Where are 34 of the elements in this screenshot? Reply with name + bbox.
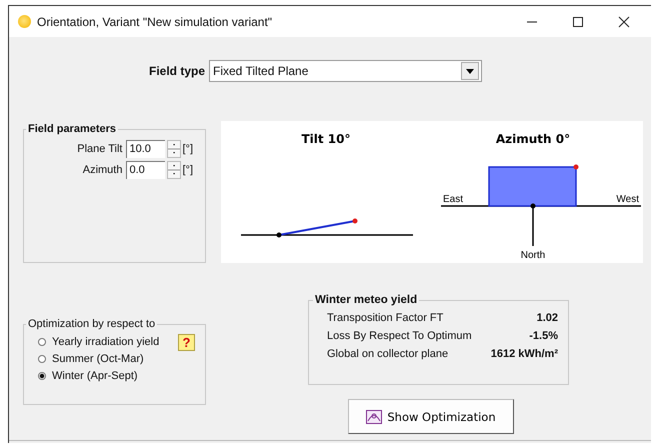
spin-button[interactable] xyxy=(167,161,182,179)
app-icon xyxy=(18,15,31,28)
radio-option[interactable]: Winter (Apr-Sept) xyxy=(38,370,138,382)
group-title: Field parameters xyxy=(27,123,118,135)
result-value: -1.5% xyxy=(529,330,558,342)
tilt-title: Tilt 10° xyxy=(301,132,351,146)
unit-label: [°] xyxy=(182,143,193,155)
window-title: Orientation, Variant "New simulation variant" xyxy=(37,14,274,28)
unit-label: [°] xyxy=(182,164,193,176)
number-field[interactable]: 10.0 xyxy=(126,140,166,158)
result-value: 1612 kWh/m² xyxy=(490,348,558,360)
group-title: Winter meteo yield xyxy=(314,294,418,306)
result-label: Transposition Factor FT xyxy=(327,312,444,324)
spin-button[interactable] xyxy=(167,140,182,158)
maximize-icon xyxy=(572,16,584,28)
radio-option[interactable]: Summer (Oct-Mar) xyxy=(38,353,144,365)
east-label: East xyxy=(443,194,464,205)
chart-icon xyxy=(366,410,382,424)
group-title: Optimization by respect to xyxy=(27,318,156,330)
field-type-dropdown[interactable]: Fixed Tilted Plane xyxy=(209,60,482,82)
azimuth-title: Azimuth 0° xyxy=(496,132,570,146)
field-label: Plane Tilt xyxy=(77,143,122,155)
number-field[interactable]: 0.0 xyxy=(126,161,166,179)
west-label: West xyxy=(616,194,639,205)
close-icon xyxy=(618,16,630,28)
radio-option[interactable]: Yearly irradiation yield xyxy=(38,336,160,348)
help-button[interactable]: ? xyxy=(178,334,195,351)
show-optimization-button[interactable]: Show Optimization xyxy=(348,399,514,434)
north-label: North xyxy=(520,250,546,261)
field-type-label: Field type xyxy=(149,64,206,78)
result-label: Global on collector plane xyxy=(327,348,448,360)
field-label: Azimuth xyxy=(82,164,122,176)
result-label: Loss By Respect To Optimum xyxy=(327,330,472,342)
result-value: 1.02 xyxy=(536,312,558,324)
